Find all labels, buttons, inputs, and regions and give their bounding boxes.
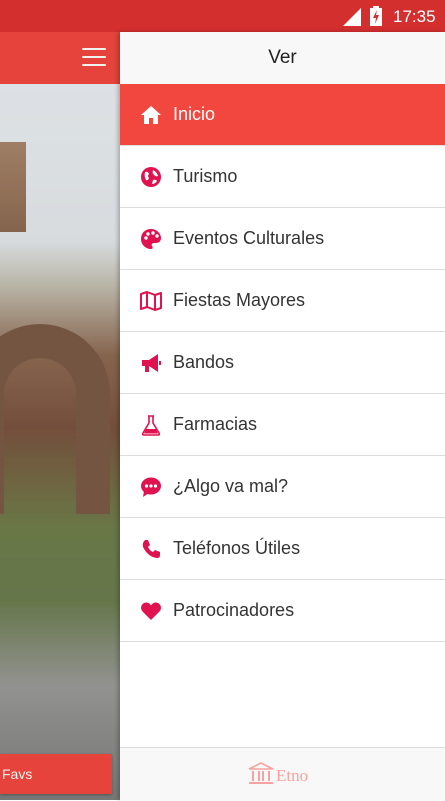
menu-item-label: Turismo	[173, 166, 238, 186]
battery-charging-icon	[370, 6, 382, 26]
megaphone-icon	[142, 354, 161, 372]
menu-item-inicio[interactable]: Inicio	[120, 84, 445, 146]
drawer-footer: Etno	[120, 747, 445, 801]
menu-item-label: Eventos Culturales	[173, 228, 325, 248]
drawer-menu: Inicio Turismo Eventos Culturales Fiesta…	[120, 84, 445, 642]
navigation-drawer: Ver Inicio Turismo Eventos Culturales Fi…	[120, 32, 445, 801]
menu-item-label: Inicio	[173, 104, 216, 124]
drawer-title: Ver	[268, 47, 297, 68]
menu-item-algo-va-mal[interactable]: ¿Algo va mal?	[120, 456, 445, 518]
chat-icon	[141, 477, 161, 497]
menu-item-label: Patrocinadores	[173, 600, 295, 620]
menu-item-bandos[interactable]: Bandos	[120, 332, 445, 394]
home-icon	[141, 106, 161, 124]
menu-item-telefonos-utiles[interactable]: Teléfonos Útiles	[120, 518, 445, 580]
drawer-header: Ver	[120, 32, 445, 85]
drawer-scrim[interactable]	[0, 32, 120, 800]
palette-icon	[141, 229, 161, 249]
menu-item-patrocinadores[interactable]: Patrocinadores	[120, 580, 445, 642]
menu-item-label: ¿Algo va mal?	[173, 476, 289, 496]
status-bar: 17:35	[0, 0, 445, 32]
signal-icon	[343, 8, 361, 26]
globe-icon	[141, 167, 161, 187]
menu-item-eventos-culturales[interactable]: Eventos Culturales	[120, 208, 445, 270]
status-time: 17:35	[393, 7, 436, 26]
map-icon	[140, 291, 162, 311]
menu-item-fiestas-mayores[interactable]: Fiestas Mayores	[120, 270, 445, 332]
footer-brand: Etno	[276, 766, 309, 785]
menu-item-farmacias[interactable]: Farmacias	[120, 394, 445, 456]
menu-item-label: Bandos	[173, 352, 235, 372]
phone-icon	[142, 540, 160, 558]
flask-icon	[141, 415, 161, 436]
heart-icon	[141, 602, 161, 620]
menu-item-label: Fiestas Mayores	[173, 290, 306, 310]
museum-icon	[248, 762, 274, 784]
menu-item-label: Teléfonos Útiles	[173, 538, 301, 558]
menu-item-turismo[interactable]: Turismo	[120, 146, 445, 208]
menu-item-label: Farmacias	[173, 414, 258, 434]
